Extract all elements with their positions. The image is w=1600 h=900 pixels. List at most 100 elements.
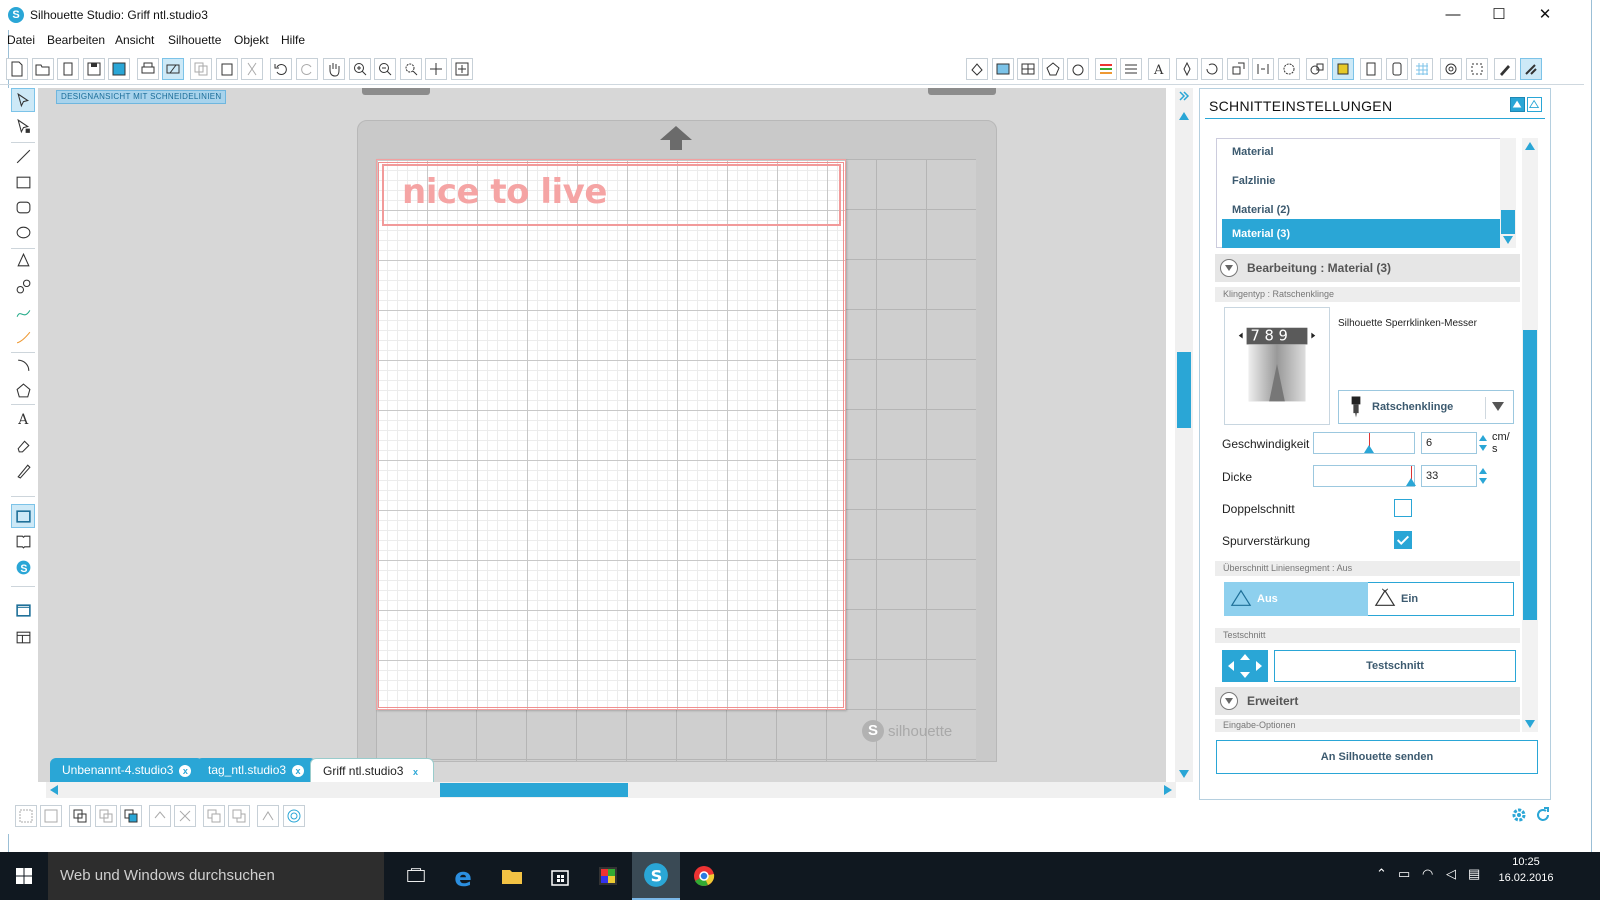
track-enhance-checkbox[interactable] xyxy=(1394,531,1412,549)
release-compound-path-icon[interactable] xyxy=(95,805,117,827)
tab-close-icon[interactable]: x xyxy=(292,764,305,777)
canvas-vertical-scroll-thumb[interactable] xyxy=(1177,352,1191,428)
line-color-palette-icon[interactable] xyxy=(1095,58,1117,80)
advanced-section[interactable]: Erweitert xyxy=(1215,687,1520,715)
page-setup-icon[interactable] xyxy=(1386,58,1408,80)
speed-input[interactable]: 6 xyxy=(1421,432,1477,454)
text-style-icon[interactable]: A xyxy=(1148,58,1170,80)
design-text[interactable]: nice to live xyxy=(402,172,607,212)
zoom-selection-icon[interactable] xyxy=(400,58,422,80)
scroll-right-icon[interactable] xyxy=(1162,784,1174,796)
scroll-left-icon[interactable] xyxy=(48,784,60,796)
split-view-icon[interactable] xyxy=(11,625,35,649)
taskbar-clock[interactable]: 10:25 16.02.2016 xyxy=(1494,854,1558,886)
move-icon[interactable] xyxy=(1252,58,1274,80)
rectangle-tool-icon[interactable] xyxy=(11,170,35,194)
make-compound-path-icon[interactable] xyxy=(69,805,91,827)
layout-panel-icon[interactable] xyxy=(11,598,35,622)
tray-battery-icon[interactable]: ▭ xyxy=(1398,866,1410,882)
panel-scroll-down-icon[interactable] xyxy=(1524,718,1536,730)
library-icon[interactable] xyxy=(11,529,35,553)
line-color-icon[interactable] xyxy=(1042,58,1064,80)
delete-icon[interactable] xyxy=(174,805,196,827)
copy-icon[interactable] xyxy=(190,58,212,80)
scroll-down-icon[interactable] xyxy=(1178,768,1190,780)
transform-icon[interactable] xyxy=(1176,58,1198,80)
print-cut-icon[interactable] xyxy=(162,58,184,80)
weld-icon[interactable] xyxy=(120,805,142,827)
rotate-icon[interactable] xyxy=(1201,58,1223,80)
tab-close-icon[interactable]: x xyxy=(179,764,192,777)
photo-app-icon[interactable] xyxy=(584,852,632,900)
material-list-item[interactable]: Falzlinie xyxy=(1222,167,1502,196)
canvas-vertical-scrollbar[interactable] xyxy=(1175,88,1193,782)
slider-knob[interactable] xyxy=(1364,445,1374,453)
menu-datei[interactable]: Datei xyxy=(7,33,35,47)
replicate-tool-icon[interactable] xyxy=(149,805,171,827)
test-cut-button[interactable]: Testschnitt xyxy=(1274,650,1516,682)
menu-ansicht[interactable]: Ansicht xyxy=(115,33,154,47)
arc-tool-icon[interactable] xyxy=(11,353,35,377)
edge-browser-icon[interactable]: e xyxy=(440,852,488,900)
open-template-icon[interactable] xyxy=(57,58,79,80)
new-document-icon[interactable] xyxy=(6,58,28,80)
undo-icon[interactable] xyxy=(270,58,292,80)
add-material-button[interactable]: + xyxy=(1456,234,1466,254)
list-scroll-down-icon[interactable] xyxy=(1502,234,1514,246)
overcut-on-button[interactable]: Ein xyxy=(1368,582,1514,616)
material-list-item[interactable]: Material xyxy=(1222,138,1502,167)
offset-rings-icon[interactable] xyxy=(283,805,305,827)
store-icon[interactable] xyxy=(536,852,584,900)
tray-notification-icon[interactable]: ▤ xyxy=(1468,866,1480,882)
eraser-tool-icon[interactable] xyxy=(11,433,35,457)
remove-material-button[interactable]: — xyxy=(1482,233,1499,253)
menu-bearbeiten[interactable]: Bearbeiten xyxy=(47,33,105,47)
online-store-icon[interactable]: S xyxy=(11,555,35,579)
maximize-button[interactable]: ☐ xyxy=(1476,0,1522,30)
tray-wifi-icon[interactable]: ◠ xyxy=(1422,866,1433,882)
align-icon[interactable] xyxy=(257,805,279,827)
menu-hilfe[interactable]: Hilfe xyxy=(281,33,305,47)
text-tool-icon[interactable]: A xyxy=(11,406,35,430)
select-arrow-icon[interactable] xyxy=(11,88,35,112)
redo-icon[interactable] xyxy=(296,58,318,80)
tab-unbenannt-4[interactable]: Unbenannt-4.studio3 x xyxy=(50,758,204,782)
double-cut-checkbox[interactable] xyxy=(1394,499,1412,517)
regular-polygon-tool-icon[interactable] xyxy=(11,378,35,402)
slider-knob[interactable] xyxy=(1406,478,1416,486)
sketch-icon[interactable] xyxy=(1494,58,1516,80)
panel-collapse-icon[interactable] xyxy=(1178,90,1190,102)
speed-spinner-icon[interactable] xyxy=(1478,432,1488,454)
overcut-off-button[interactable]: Aus xyxy=(1224,582,1368,616)
paste-icon[interactable] xyxy=(216,58,238,80)
group-icon[interactable] xyxy=(15,805,37,827)
design-view-icon[interactable] xyxy=(11,504,35,528)
pixscan-icon[interactable] xyxy=(1466,58,1488,80)
menu-silhouette[interactable]: Silhouette xyxy=(168,33,221,47)
curve-tool-icon[interactable] xyxy=(11,274,35,298)
open-folder-icon[interactable] xyxy=(32,58,54,80)
material-list-scrollbar[interactable] xyxy=(1500,138,1516,248)
minimize-button[interactable]: — xyxy=(1430,0,1476,30)
line-style-icon[interactable] xyxy=(1067,58,1089,80)
panel-pin-icon[interactable] xyxy=(1527,97,1542,112)
line-tool-icon[interactable] xyxy=(11,144,35,168)
test-cut-move-button[interactable] xyxy=(1222,650,1268,682)
modify-icon[interactable] xyxy=(1306,58,1328,80)
silhouette-taskbar-icon[interactable]: S xyxy=(632,852,680,900)
bring-to-front-icon[interactable] xyxy=(203,805,225,827)
zoom-in-icon[interactable] xyxy=(349,58,371,80)
tab-tag-ntl[interactable]: tag_ntl.studio3 x xyxy=(196,758,317,782)
zoom-out-icon[interactable] xyxy=(374,58,396,80)
rounded-rectangle-tool-icon[interactable] xyxy=(11,195,35,219)
gear-icon[interactable] xyxy=(1510,806,1528,824)
ellipse-tool-icon[interactable] xyxy=(11,220,35,244)
tray-volume-icon[interactable]: ◁ xyxy=(1446,866,1456,882)
taskbar-search-box[interactable]: Web und Windows durchsuchen xyxy=(48,852,384,900)
send-to-silhouette-button[interactable]: An Silhouette senden xyxy=(1216,740,1538,774)
scale-icon[interactable] xyxy=(1227,58,1249,80)
panel-scroll-thumb[interactable] xyxy=(1523,330,1537,620)
pan-hand-icon[interactable] xyxy=(323,58,345,80)
close-button[interactable]: ✕ xyxy=(1522,0,1568,30)
cut-settings-icon[interactable] xyxy=(1520,58,1542,80)
